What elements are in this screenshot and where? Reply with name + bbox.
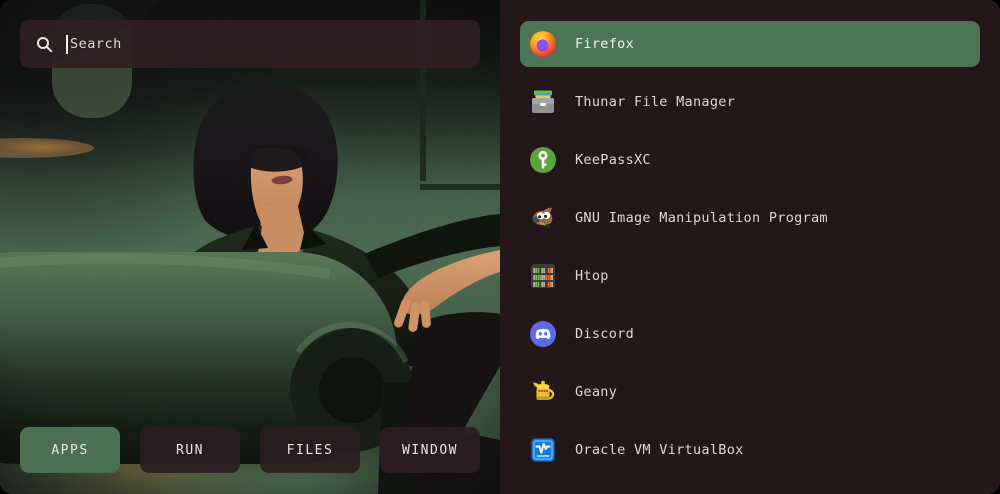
app-label: Firefox <box>575 36 634 52</box>
list-item-keepassxc[interactable]: KeePassXC <box>520 137 980 183</box>
list-item-thunar[interactable]: Thunar File Manager <box>520 79 980 125</box>
list-item-firefox[interactable]: Firefox <box>520 21 980 67</box>
discord-icon <box>529 320 557 348</box>
text-cursor <box>66 35 68 54</box>
geany-icon <box>529 378 557 406</box>
list-item-geany[interactable]: Geany <box>520 369 980 415</box>
app-label: Oracle VM VirtualBox <box>575 442 744 458</box>
gimp-icon <box>529 204 557 232</box>
mode-button-apps[interactable]: APPS <box>20 427 120 473</box>
launcher-window: Search APPS RUN FILES WINDOW <box>0 0 1000 494</box>
search-input[interactable]: Search <box>20 20 480 68</box>
list-item-htop[interactable]: Htop <box>520 253 980 299</box>
mode-button-files[interactable]: FILES <box>260 427 360 473</box>
virtualbox-icon <box>529 436 557 464</box>
armchair-woman-artwork <box>0 0 500 494</box>
list-item-gimp[interactable]: GNU Image Manipulation Program <box>520 195 980 241</box>
thunar-icon <box>529 88 557 116</box>
mode-button-run[interactable]: RUN <box>140 427 240 473</box>
app-label: Discord <box>575 326 634 342</box>
search-placeholder: Search <box>70 36 122 52</box>
htop-icon <box>529 262 557 290</box>
firefox-icon <box>529 30 557 58</box>
app-label: Htop <box>575 268 609 284</box>
keepassxc-icon <box>529 146 557 174</box>
app-label: Geany <box>575 384 617 400</box>
mode-button-window[interactable]: WINDOW <box>380 427 480 473</box>
app-label: Thunar File Manager <box>575 94 735 110</box>
app-list: Firefox Thunar File Manager <box>500 0 1000 494</box>
list-item-virtualbox[interactable]: Oracle VM VirtualBox <box>520 427 980 473</box>
list-item-discord[interactable]: Discord <box>520 311 980 357</box>
search-icon <box>36 36 53 53</box>
mode-buttons: APPS RUN FILES WINDOW <box>20 427 480 473</box>
app-label: GNU Image Manipulation Program <box>575 210 828 226</box>
left-pane: Search APPS RUN FILES WINDOW <box>0 0 500 494</box>
app-label: KeePassXC <box>575 152 651 168</box>
